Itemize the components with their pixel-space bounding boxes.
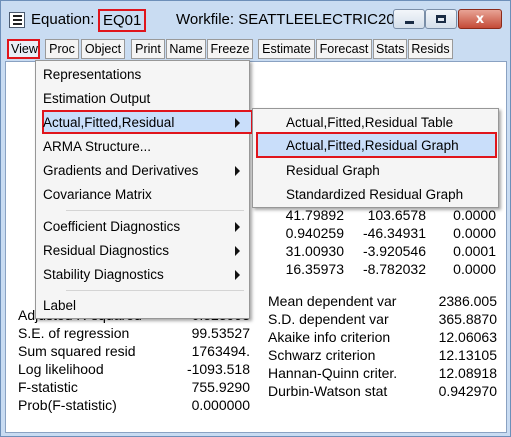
print-button[interactable]: Print	[131, 39, 165, 59]
object-button[interactable]: Object	[81, 39, 125, 59]
minimize-button[interactable]	[393, 9, 425, 29]
minimize-icon	[404, 20, 414, 24]
submenu-item-graph[interactable]: Actual,Fitted,Residual Graph	[286, 138, 459, 153]
coef-prob: 0.0000	[453, 261, 496, 277]
equation-window: Equation: EQ01 Workfile: SEATTLEELECTRIC…	[0, 0, 511, 437]
stat-value: 1763494.	[191, 343, 250, 359]
proc-button[interactable]: Proc	[45, 39, 79, 59]
workfile-name: Workfile: SEATTLEELECTRIC2005...	[176, 11, 424, 28]
coef-t-stat: 103.6578	[367, 207, 426, 223]
coef-prob: 0.0000	[453, 207, 496, 223]
stat-label: S.E. of regression	[18, 325, 130, 341]
coef-prob: 0.0000	[453, 225, 496, 241]
menu-item-stability-diagnostics[interactable]: Stability Diagnostics	[43, 267, 164, 282]
stat-label: Durbin-Watson stat	[268, 383, 388, 399]
coef-t-stat: -46.34931	[362, 225, 426, 241]
submenu-arrow-icon	[235, 246, 240, 256]
menu-item-arma-structure[interactable]: ARMA Structure...	[43, 139, 151, 154]
submenu-item-table[interactable]: Actual,Fitted,Residual Table	[286, 115, 453, 130]
equation-name: EQ01	[98, 9, 147, 32]
window-title-prefix: Equation:	[31, 11, 95, 28]
view-button[interactable]: View	[7, 39, 40, 59]
resids-button[interactable]: Resids	[408, 39, 453, 59]
estimate-button[interactable]: Estimate	[258, 39, 315, 59]
stat-value: 99.53527	[191, 325, 250, 341]
stat-label: Log likelihood	[18, 361, 104, 377]
coef-prob: 0.0001	[453, 243, 496, 259]
actual-fitted-residual-submenu: Actual,Fitted,Residual Table Actual,Fitt…	[252, 108, 499, 208]
coef-t-stat: -3.920546	[362, 243, 426, 259]
menu-item-actual-fitted-residual[interactable]: Actual,Fitted,Residual	[43, 115, 174, 130]
menu-item-covariance-matrix[interactable]: Covariance Matrix	[43, 187, 152, 202]
system-menu-icon[interactable]	[9, 12, 25, 28]
stat-label: Mean dependent var	[268, 293, 397, 309]
stat-value: -1093.518	[186, 361, 250, 377]
stat-value: 755.9290	[191, 379, 250, 395]
submenu-item-residual-graph[interactable]: Residual Graph	[286, 163, 380, 178]
stat-label: Prob(F-statistic)	[18, 397, 117, 413]
stat-value: 365.8870	[438, 311, 497, 327]
menu-separator	[66, 210, 244, 211]
name-button[interactable]: Name	[166, 39, 206, 59]
menu-item-residual-diagnostics[interactable]: Residual Diagnostics	[43, 243, 169, 258]
view-menu: Representations Estimation Output Actual…	[35, 60, 253, 319]
coef-std-error: 31.00930	[285, 243, 344, 259]
menu-item-estimation-output[interactable]: Estimation Output	[43, 91, 150, 106]
stat-value: 0.000000	[191, 397, 250, 413]
stat-value: 12.08918	[438, 365, 497, 381]
stat-label: Akaike info criterion	[268, 329, 391, 345]
forecast-button[interactable]: Forecast	[316, 39, 372, 59]
submenu-arrow-icon	[235, 118, 240, 128]
stat-value: 2386.005	[438, 293, 497, 309]
menu-item-representations[interactable]: Representations	[43, 67, 141, 82]
stat-label: Schwarz criterion	[268, 347, 376, 363]
stat-label: Hannan-Quinn criter.	[268, 365, 398, 381]
coef-std-error: 41.79892	[285, 207, 344, 223]
submenu-arrow-icon	[235, 270, 240, 280]
maximize-icon	[436, 15, 446, 23]
menu-item-label[interactable]: Label	[43, 298, 76, 313]
maximize-button[interactable]	[425, 9, 457, 29]
stat-value: 12.06063	[438, 329, 497, 345]
submenu-arrow-icon	[235, 166, 240, 176]
submenu-item-standardized-residual-graph[interactable]: Standardized Residual Graph	[286, 187, 463, 202]
coef-std-error: 16.35973	[285, 261, 344, 277]
stat-value: 12.13105	[438, 347, 497, 363]
toolbar: View Proc Object Print Name Freeze Estim…	[5, 39, 507, 60]
menu-item-coefficient-diagnostics[interactable]: Coefficient Diagnostics	[43, 219, 180, 234]
title-bar[interactable]: Equation: EQ01 Workfile: SEATTLEELECTRIC…	[1, 1, 510, 37]
close-icon: x	[475, 11, 485, 27]
coef-t-stat: -8.782032	[362, 261, 426, 277]
stat-label: F-statistic	[18, 379, 78, 395]
stat-label: S.D. dependent var	[268, 311, 389, 327]
freeze-button[interactable]: Freeze	[207, 39, 253, 59]
coef-std-error: 0.940259	[285, 225, 344, 241]
stat-label: Sum squared resid	[18, 343, 136, 359]
stat-value: 0.942970	[438, 383, 497, 399]
stats-button[interactable]: Stats	[373, 39, 407, 59]
menu-separator	[66, 290, 244, 291]
menu-item-gradients[interactable]: Gradients and Derivatives	[43, 163, 198, 178]
close-button[interactable]: x	[458, 9, 502, 29]
submenu-arrow-icon	[235, 222, 240, 232]
